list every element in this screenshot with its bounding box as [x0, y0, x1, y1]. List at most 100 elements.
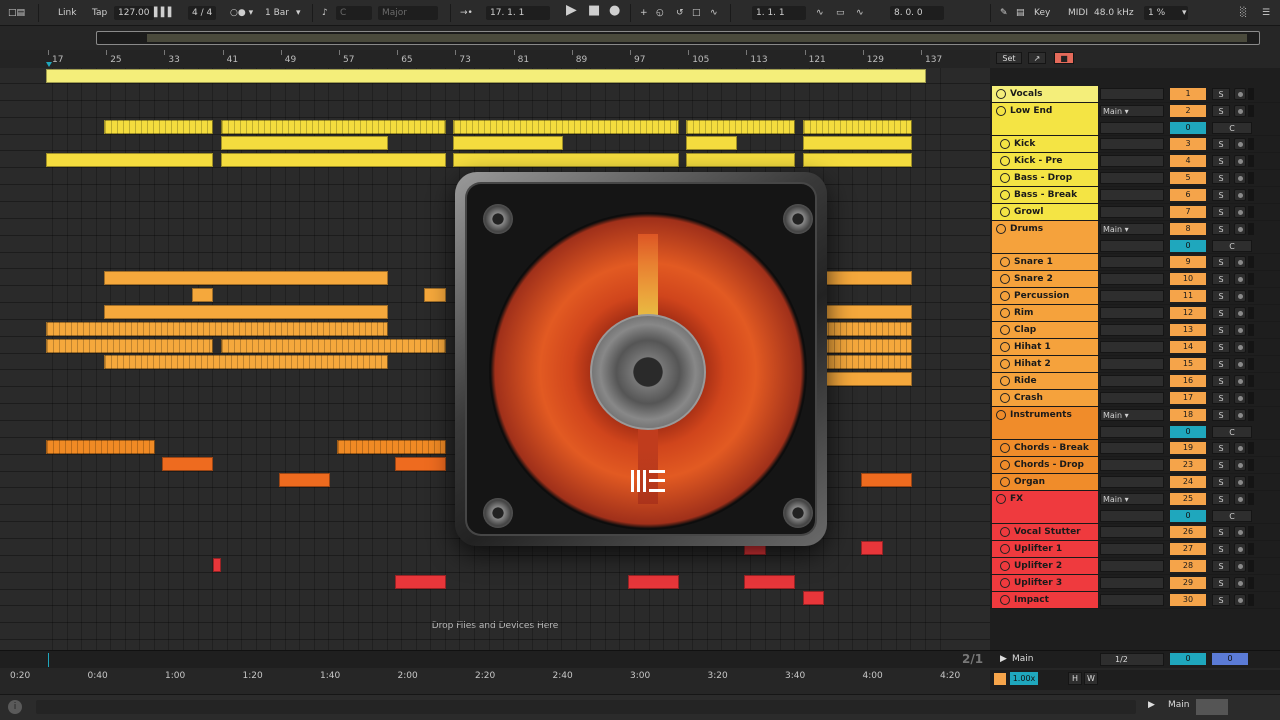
- track-name-area[interactable]: FX: [992, 491, 1098, 523]
- arrangement-clip[interactable]: [46, 321, 388, 336]
- track-number[interactable]: 5: [1170, 172, 1206, 184]
- track-activator-icon[interactable]: [1000, 257, 1010, 267]
- arm-icon[interactable]: [1234, 172, 1246, 184]
- solo-button[interactable]: S: [1212, 375, 1230, 387]
- track-header[interactable]: Organ 24 S: [990, 474, 1280, 491]
- solo-button[interactable]: S: [1212, 189, 1230, 201]
- automation-arm-icon[interactable]: ◵: [656, 6, 664, 20]
- arrangement-clip[interactable]: [220, 338, 447, 353]
- dropdown-arrow-icon[interactable]: ▾: [1182, 6, 1187, 20]
- track-name-area[interactable]: Hihat 1: [992, 339, 1098, 355]
- zoom-icon[interactable]: [994, 673, 1006, 685]
- arm-icon[interactable]: [1234, 341, 1246, 353]
- level-meter[interactable]: [1248, 493, 1254, 505]
- arrangement-clip[interactable]: [104, 355, 388, 370]
- pan-field[interactable]: 0: [1170, 510, 1206, 522]
- solo-button[interactable]: S: [1212, 206, 1230, 218]
- arm-icon[interactable]: [1234, 256, 1246, 268]
- track-input-field[interactable]: [1100, 560, 1164, 572]
- time-signature-field[interactable]: 4 / 4: [188, 6, 217, 20]
- track-number[interactable]: 15: [1170, 358, 1206, 370]
- solo-button[interactable]: S: [1212, 409, 1230, 421]
- track-name-area[interactable]: Chords - Break: [992, 440, 1098, 456]
- track-name-area[interactable]: Snare 1: [992, 254, 1098, 270]
- set-button[interactable]: Set: [996, 52, 1022, 64]
- arrangement-clip[interactable]: [337, 439, 447, 454]
- track-name-area[interactable]: Uplifter 1: [992, 541, 1098, 557]
- track-header[interactable]: Percussion 11 S: [990, 288, 1280, 305]
- arm-icon[interactable]: [1234, 560, 1246, 572]
- tap-button[interactable]: Tap: [92, 6, 107, 20]
- arrangement-clip[interactable]: [220, 153, 447, 168]
- arm-icon[interactable]: [1234, 290, 1246, 302]
- solo-button[interactable]: S: [1212, 307, 1230, 319]
- track-name-area[interactable]: Low End: [992, 103, 1098, 135]
- track-name-area[interactable]: Crash: [992, 390, 1098, 406]
- solo-button[interactable]: S: [1212, 358, 1230, 370]
- arm-icon[interactable]: [1234, 459, 1246, 471]
- level-meter[interactable]: [1248, 526, 1254, 538]
- arm-icon[interactable]: [1234, 594, 1246, 606]
- follow-icon[interactable]: →•: [460, 6, 473, 20]
- arrangement-clip[interactable]: [220, 119, 447, 134]
- arm-icon[interactable]: [1234, 358, 1246, 370]
- solo-button[interactable]: S: [1212, 290, 1230, 302]
- info-icon[interactable]: i: [8, 700, 22, 714]
- track-activator-icon[interactable]: [996, 494, 1006, 504]
- track-input-field[interactable]: [1100, 341, 1164, 353]
- arm-icon[interactable]: [1234, 442, 1246, 454]
- arm-icon[interactable]: [1234, 493, 1246, 505]
- arrangement-clip[interactable]: [104, 271, 388, 286]
- arm-icon[interactable]: [1234, 307, 1246, 319]
- pan-field[interactable]: 0: [1170, 240, 1206, 252]
- group-routing-field[interactable]: [1100, 240, 1164, 252]
- track-name-area[interactable]: Uplifter 3: [992, 575, 1098, 591]
- arrangement-clip[interactable]: [191, 288, 214, 303]
- track-activator-icon[interactable]: [1000, 527, 1010, 537]
- level-meter[interactable]: [1248, 189, 1254, 201]
- track-header[interactable]: Instruments Main ▾ 18 S 0 C: [990, 407, 1280, 440]
- track-activator-icon[interactable]: [996, 89, 1006, 99]
- solo-button[interactable]: S: [1212, 88, 1230, 100]
- crossfade-button[interactable]: C: [1212, 240, 1252, 252]
- track-header[interactable]: Uplifter 1 27 S: [990, 541, 1280, 558]
- track-name-area[interactable]: Kick: [992, 136, 1098, 152]
- song-position-field[interactable]: 17. 1. 1: [486, 6, 550, 20]
- beat-time-ruler[interactable]: 17 25 33 41 49 57 65 73 81 89 97 105 113 121 129 137: [0, 50, 990, 68]
- overdub-icon[interactable]: +: [640, 6, 648, 20]
- track-name-area[interactable]: Uplifter 2: [992, 558, 1098, 574]
- track-number[interactable]: 19: [1170, 442, 1206, 454]
- loop-toggle-icon[interactable]: ▭: [836, 6, 845, 20]
- arrangement-clip[interactable]: [453, 153, 679, 168]
- track-header[interactable]: Kick - Pre 4 S: [990, 153, 1280, 170]
- track-input-field[interactable]: [1100, 375, 1164, 387]
- track-activator-icon[interactable]: [1000, 190, 1010, 200]
- track-input-field[interactable]: [1100, 256, 1164, 268]
- arm-icon[interactable]: [1234, 273, 1246, 285]
- arrangement-clip[interactable]: [802, 153, 912, 168]
- arrangement-clip[interactable]: [424, 288, 447, 303]
- track-activator-icon[interactable]: [1000, 274, 1010, 284]
- track-number[interactable]: 16: [1170, 375, 1206, 387]
- level-meter[interactable]: [1248, 392, 1254, 404]
- track-header[interactable]: Uplifter 3 29 S: [990, 575, 1280, 592]
- group-routing-field[interactable]: [1100, 122, 1164, 134]
- track-header[interactable]: Crash 17 S: [990, 390, 1280, 407]
- track-name-area[interactable]: Bass - Break: [992, 187, 1098, 203]
- level-meter[interactable]: [1248, 88, 1254, 100]
- track-header[interactable]: Chords - Break 19 S: [990, 440, 1280, 457]
- arrangement-lane[interactable]: [0, 574, 990, 590]
- level-meter[interactable]: [1248, 290, 1254, 302]
- link-button[interactable]: Link: [58, 6, 76, 20]
- track-input-field[interactable]: [1100, 526, 1164, 538]
- track-number[interactable]: 28: [1170, 560, 1206, 572]
- menu-icon[interactable]: ☰: [1262, 6, 1270, 20]
- track-activator-icon[interactable]: [996, 106, 1006, 116]
- track-activator-icon[interactable]: [1000, 460, 1010, 470]
- pan-field[interactable]: 0: [1170, 426, 1206, 438]
- crossfade-button[interactable]: C: [1212, 510, 1252, 522]
- zoom-field[interactable]: 1.00x: [1010, 672, 1038, 685]
- solo-button[interactable]: S: [1212, 105, 1230, 117]
- main-track-header[interactable]: ▶ Main 1/2 0 0: [990, 650, 1280, 668]
- solo-button[interactable]: S: [1212, 493, 1230, 505]
